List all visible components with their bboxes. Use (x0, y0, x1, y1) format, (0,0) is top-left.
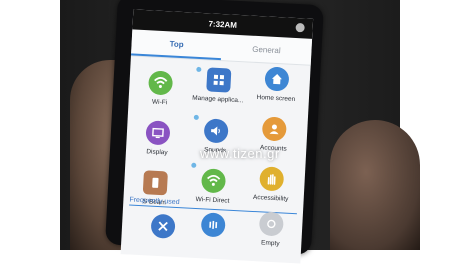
tab-top[interactable]: Top (130, 29, 223, 61)
phone: 7:32AM Top General Wi-Fi Manage applica.… (105, 0, 324, 264)
frequent-item-label: Empty (260, 239, 280, 248)
right-hand (330, 120, 420, 250)
grid-item-label: Wi-Fi Direct (195, 195, 230, 205)
frequent-item-empty[interactable]: Empty (242, 210, 300, 248)
grid-item-wifi[interactable]: Wi-Fi (131, 70, 189, 108)
grid-item-label: Home screen (256, 94, 296, 104)
s-beam-icon (142, 170, 168, 196)
grid-item-label: Display (146, 148, 168, 157)
watermark: www.tizen.gr (200, 146, 280, 161)
apps-grid-icon (206, 67, 232, 93)
grid-item-accessibility[interactable]: Accessibility (243, 165, 301, 203)
hand-icon (259, 166, 285, 192)
grid-item-label: Manage applica... (191, 94, 244, 105)
wifi-direct-icon (200, 168, 227, 194)
empty-icon (258, 211, 284, 237)
tab-general[interactable]: General (221, 34, 312, 65)
grid-item-display[interactable]: Display (129, 119, 187, 157)
tools-icon (150, 213, 176, 239)
status-settings-icon[interactable] (295, 22, 305, 33)
accounts-icon (261, 116, 287, 142)
grid-item-home-screen[interactable]: Home screen (248, 66, 306, 104)
screen: 7:32AM Top General Wi-Fi Manage applica.… (120, 9, 314, 264)
home-icon (264, 66, 290, 92)
grid-item-wifi-direct[interactable]: Wi-Fi Direct (184, 167, 242, 205)
display-icon (145, 120, 171, 146)
vibration-icon (200, 212, 226, 238)
grid-item-label: Accessibility (252, 193, 289, 203)
frequent-item-vibration[interactable] (184, 211, 241, 242)
wifi-icon (147, 70, 174, 96)
grid-item-manage-apps[interactable]: Manage applica... (190, 67, 248, 105)
speaker-icon (203, 118, 229, 144)
grid-item-label: Wi-Fi (151, 98, 168, 107)
frequent-item-tools[interactable] (134, 213, 191, 244)
status-time: 7:32AM (208, 18, 238, 30)
